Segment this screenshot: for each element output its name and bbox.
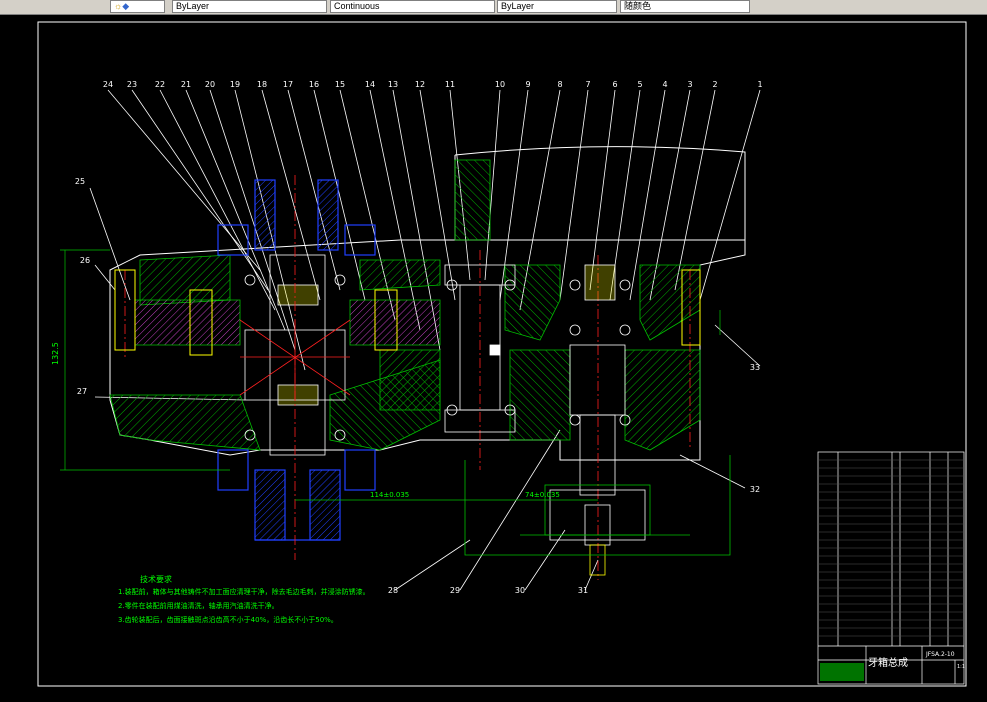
housing-sections — [109, 159, 701, 451]
dim-height-text: 132.5 — [51, 342, 60, 365]
title-block-title: 牙箱总成 — [868, 656, 908, 669]
title-block-drawing-no: JFSA.2-10 — [925, 651, 955, 658]
tech-req-line: 2.零件在装配前用煤油清洗，轴承用汽油清洗干净。 — [118, 601, 279, 610]
frame-outer — [37, 21, 967, 687]
part-number: 16 — [309, 80, 319, 89]
part-number: 10 — [495, 80, 505, 89]
plotstyle-value: 随颜色 — [624, 1, 652, 11]
plotstyle-select[interactable]: 随颜色 — [620, 0, 750, 13]
part-number: 29 — [450, 586, 460, 595]
part-number: 30 — [515, 586, 525, 595]
part-number: 9 — [525, 80, 530, 89]
part-number: 20 — [205, 80, 215, 89]
title-block-stamp — [820, 663, 864, 681]
part-number: 15 — [335, 80, 345, 89]
part-numbers-bottom: 28 29 30 31 — [388, 586, 588, 595]
part-numbers-top: 24 23 22 21 20 19 18 17 16 15 14 13 12 1… — [103, 80, 763, 89]
part-number: 23 — [127, 80, 137, 89]
lineweight-value: ByLayer — [501, 1, 535, 11]
tech-req-title: 技术要求 — [140, 574, 172, 584]
color-value: ByLayer — [176, 1, 210, 11]
part-number: 32 — [750, 485, 760, 494]
part-number: 33 — [750, 363, 760, 372]
part-number: 22 — [155, 80, 165, 89]
color-select[interactable]: ByLayer — [172, 0, 327, 13]
part-number: 8 — [557, 80, 562, 89]
part-number: 3 — [687, 80, 692, 89]
part-number: 17 — [283, 80, 293, 89]
part-number: 14 — [365, 80, 375, 89]
status-bar — [0, 688, 60, 698]
drawing-canvas[interactable]: 132.5 114±0.035 74±0.035 24 23 22 21 20 … — [0, 15, 987, 698]
part-number: 31 — [578, 586, 588, 595]
tech-req-line: 1.装配前，箱体与其他铸件不加工面应清理干净，除去毛边毛刺，并浸涂防锈漆。 — [118, 587, 370, 596]
part-number: 13 — [388, 80, 398, 89]
assembly-drawing: 132.5 114±0.035 74±0.035 24 23 22 21 20 … — [37, 21, 967, 687]
part-number: 6 — [612, 80, 617, 89]
part-number: 24 — [103, 80, 113, 89]
part-number: 5 — [637, 80, 642, 89]
title-block — [817, 451, 965, 685]
part-number: 4 — [662, 80, 667, 89]
dim-bottom-2: 74±0.035 — [525, 491, 560, 499]
part-number: 21 — [181, 80, 191, 89]
layer-state-icons[interactable]: ☼◆ — [110, 0, 165, 13]
title-block-scale: 1:1 — [957, 664, 965, 670]
cad-toolbar: ☼◆ ByLayer Continuous ByLayer 随颜色 — [0, 0, 987, 15]
linetype-select[interactable]: Continuous — [330, 0, 495, 13]
dim-bottom-1: 114±0.035 — [370, 491, 409, 499]
linetype-value: Continuous — [334, 1, 380, 11]
layer-icon: ◆ — [122, 1, 130, 11]
part-number: 12 — [415, 80, 425, 89]
part-number: 2 — [712, 80, 717, 89]
part-number: 27 — [77, 387, 87, 396]
part-number: 19 — [230, 80, 240, 89]
sun-icon: ☼ — [114, 1, 123, 11]
part-number: 11 — [445, 80, 455, 89]
title-block-rows — [818, 459, 964, 637]
part-number: 25 — [75, 177, 85, 186]
technical-requirements: 技术要求 1.装配前，箱体与其他铸件不加工面应清理干净，除去毛边毛刺，并浸涂防锈… — [118, 574, 370, 624]
part-number: 18 — [257, 80, 267, 89]
part-number: 7 — [585, 80, 590, 89]
tech-req-line: 3.齿轮装配后，齿面接触斑点沿齿高不小于40%，沿齿长不小于50%。 — [118, 615, 338, 624]
lineweight-select[interactable]: ByLayer — [497, 0, 617, 13]
part-number: 1 — [757, 80, 762, 89]
part-number: 28 — [388, 586, 398, 595]
left-shaft-blue — [217, 179, 376, 541]
part-number: 26 — [80, 256, 90, 265]
